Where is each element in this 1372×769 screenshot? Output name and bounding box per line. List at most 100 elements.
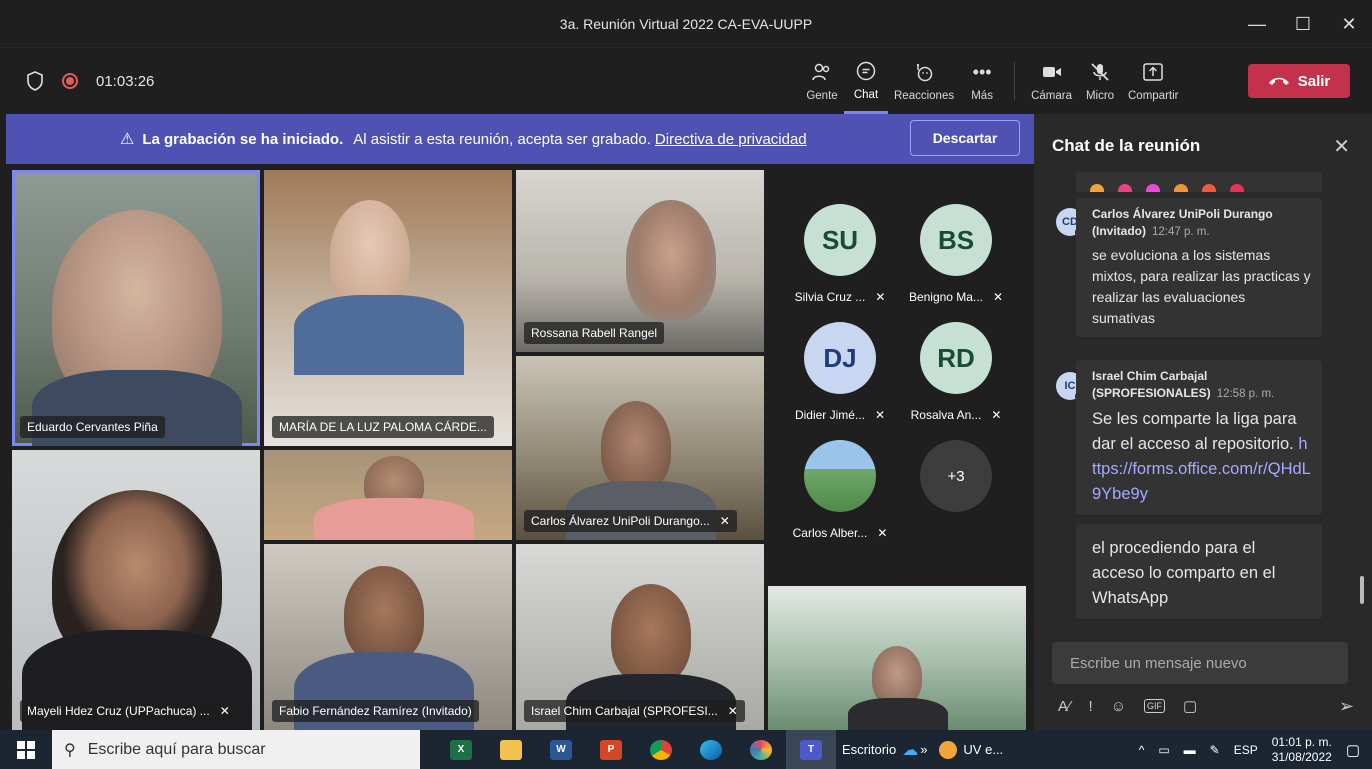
share-icon	[1142, 60, 1164, 84]
reactions-strip	[1076, 172, 1322, 192]
meeting-toolbar: 01:03:26 Gente Chat Reacciones ••• Más C…	[0, 48, 1372, 114]
minimize-button[interactable]: —	[1234, 0, 1280, 48]
hang-up-icon	[1268, 77, 1289, 85]
mic-off-icon: ✕	[727, 704, 738, 718]
video-tile[interactable]: MARÍA DE LA LUZ PALOMA CÁRDE...	[264, 170, 512, 446]
mic-off-icon: ✕	[874, 408, 886, 422]
taskbar-search-input[interactable]: ⚲ Escribe aquí para buscar	[52, 730, 420, 769]
video-tile[interactable]: Eduardo Cervantes Piña	[12, 170, 260, 446]
close-window-button[interactable]: ✕	[1326, 0, 1372, 48]
powerpoint-icon[interactable]: P	[586, 730, 636, 769]
video-tile[interactable]	[264, 450, 512, 540]
format-icon[interactable]: A⁄	[1058, 698, 1071, 715]
taskbar-desktop-item[interactable]: Escritorio ☁»	[836, 730, 933, 769]
recording-icon	[62, 73, 78, 89]
banner-bold-text: La grabación se ha iniciado.	[142, 130, 344, 148]
meet-now-icon[interactable]: ▭	[1158, 743, 1169, 757]
participant-video	[344, 566, 424, 662]
send-icon[interactable]: ➢	[1339, 696, 1354, 717]
pen-icon[interactable]: ✎	[1210, 743, 1220, 757]
mic-off-icon: ✕	[719, 514, 730, 528]
avatar: RD	[920, 322, 992, 394]
chat-message[interactable]: Israel Chim Carbajal (SPROFESIONALES) 12:…	[1076, 360, 1322, 515]
video-tile[interactable]: Fabio Fernández Ramírez (Invitado)	[264, 544, 512, 730]
excel-icon[interactable]: X	[436, 730, 486, 769]
video-tile[interactable]: Mayeli Hdez Cruz (UPPachuca) ... ✕	[12, 450, 260, 730]
micro-button[interactable]: Micro	[1078, 48, 1122, 114]
profile-photo-avatar	[804, 440, 876, 512]
leave-button[interactable]: Salir	[1248, 64, 1350, 98]
chevron-up-icon[interactable]: ^	[1139, 743, 1145, 757]
onedrive-icon: ☁	[902, 741, 919, 759]
reactions-button[interactable]: Reacciones	[888, 48, 960, 114]
people-icon	[811, 60, 833, 84]
camera-button[interactable]: Cámara	[1025, 48, 1078, 114]
gif-icon[interactable]: GIF	[1144, 699, 1166, 713]
taskbar-clock[interactable]: 01:01 p. m. 31/08/2022	[1272, 735, 1332, 765]
video-tile[interactable]: Rossana Rabell Rangel	[516, 170, 764, 352]
share-button[interactable]: Compartir	[1122, 48, 1184, 114]
people-button[interactable]: Gente	[800, 48, 844, 114]
participant-video	[872, 646, 922, 706]
maximize-button[interactable]: ☐	[1280, 0, 1326, 48]
system-tray: ^ ▭ ▬ ✎ ESP 01:01 p. m. 31/08/2022 ▢	[1139, 730, 1372, 769]
avatar-tile[interactable]: RD Rosalva An... ✕	[898, 322, 1014, 442]
edge-icon[interactable]	[686, 730, 736, 769]
dismiss-banner-button[interactable]: Descartar	[910, 120, 1020, 156]
participant-video	[626, 200, 716, 320]
chat-button[interactable]: Chat	[844, 48, 888, 114]
video-grid: Eduardo Cervantes Piña MARÍA DE LA LUZ P…	[6, 164, 1034, 730]
avatar-tile[interactable]: Carlos Alber... ✕	[782, 440, 898, 560]
avatar-tile[interactable]: SU Silvia Cruz ... ✕	[782, 204, 898, 324]
sticker-icon[interactable]: ▢	[1183, 697, 1197, 715]
privacy-policy-link[interactable]: Directiva de privacidad	[655, 131, 807, 148]
close-chat-icon[interactable]: ✕	[1333, 134, 1350, 159]
compose-message-input[interactable]: Escribe un mensaje nuevo	[1052, 642, 1348, 684]
mic-off-icon: ✕	[219, 704, 230, 718]
chat-icon	[855, 59, 877, 83]
meeting-status: 01:03:26	[0, 71, 154, 91]
more-button[interactable]: ••• Más	[960, 48, 1004, 114]
taskbar-uv-item[interactable]: UV e...	[933, 730, 1009, 769]
participant-name: MARÍA DE LA LUZ PALOMA CÁRDE...	[272, 416, 494, 438]
paint-icon[interactable]	[736, 730, 786, 769]
recording-banner: ⚠ La grabación se ha iniciado. Al asisti…	[6, 114, 1034, 164]
video-tile[interactable]	[768, 586, 1026, 730]
participant-video	[314, 498, 474, 540]
chat-scrollbar[interactable]	[1360, 576, 1364, 604]
shield-icon[interactable]	[26, 71, 44, 91]
search-icon: ⚲	[64, 741, 76, 759]
windows-taskbar: ⚲ Escribe aquí para buscar X W P T Escri…	[0, 730, 1372, 769]
video-tile[interactable]: Israel Chim Carbajal (SPROFESI... ✕	[516, 544, 764, 730]
camera-icon	[1041, 60, 1063, 84]
teams-meeting-window: 3a. Reunión Virtual 2022 CA-EVA-UUPP — ☐…	[0, 0, 1372, 769]
reaction-icon	[1202, 184, 1216, 192]
more-participants-tile[interactable]: +3	[898, 440, 1014, 560]
participant-name: Didier Jimé...	[794, 408, 865, 422]
participant-name: Fabio Fernández Ramírez (Invitado)	[272, 700, 479, 722]
video-tile[interactable]: Carlos Álvarez UniPoli Durango... ✕	[516, 356, 764, 540]
chat-message[interactable]: el procediendo para el acceso lo compart…	[1076, 524, 1322, 619]
reaction-icon	[1146, 184, 1160, 192]
avatar-tile[interactable]: BS Benigno Ma... ✕	[898, 204, 1014, 324]
message-body: el procediendo para el acceso lo compart…	[1092, 539, 1276, 607]
battery-icon[interactable]: ▬	[1184, 743, 1196, 757]
windows-start-icon[interactable]	[0, 730, 52, 769]
participant-video	[611, 584, 691, 684]
chat-message[interactable]: Carlos Álvarez UniPoli Durango (Invitado…	[1076, 198, 1322, 337]
notifications-icon[interactable]: ▢	[1346, 741, 1360, 759]
file-explorer-icon[interactable]	[486, 730, 536, 769]
meeting-timer: 01:03:26	[96, 72, 155, 90]
mic-off-icon	[1089, 60, 1111, 84]
banner-text: Al asistir a esta reunión, acepta ser gr…	[353, 130, 651, 148]
reaction-icon	[1230, 184, 1244, 192]
language-indicator[interactable]: ESP	[1234, 743, 1258, 757]
teams-icon[interactable]: T	[786, 730, 836, 769]
emoji-icon[interactable]: ☺	[1111, 698, 1126, 715]
participant-name: Mayeli Hdez Cruz (UPPachuca) ... ✕	[20, 700, 237, 722]
avatar-tile[interactable]: DJ Didier Jimé... ✕	[782, 322, 898, 442]
word-icon[interactable]: W	[536, 730, 586, 769]
important-icon[interactable]: !	[1089, 698, 1093, 715]
mic-off-icon: ✕	[991, 408, 1002, 422]
chrome-icon[interactable]	[636, 730, 686, 769]
